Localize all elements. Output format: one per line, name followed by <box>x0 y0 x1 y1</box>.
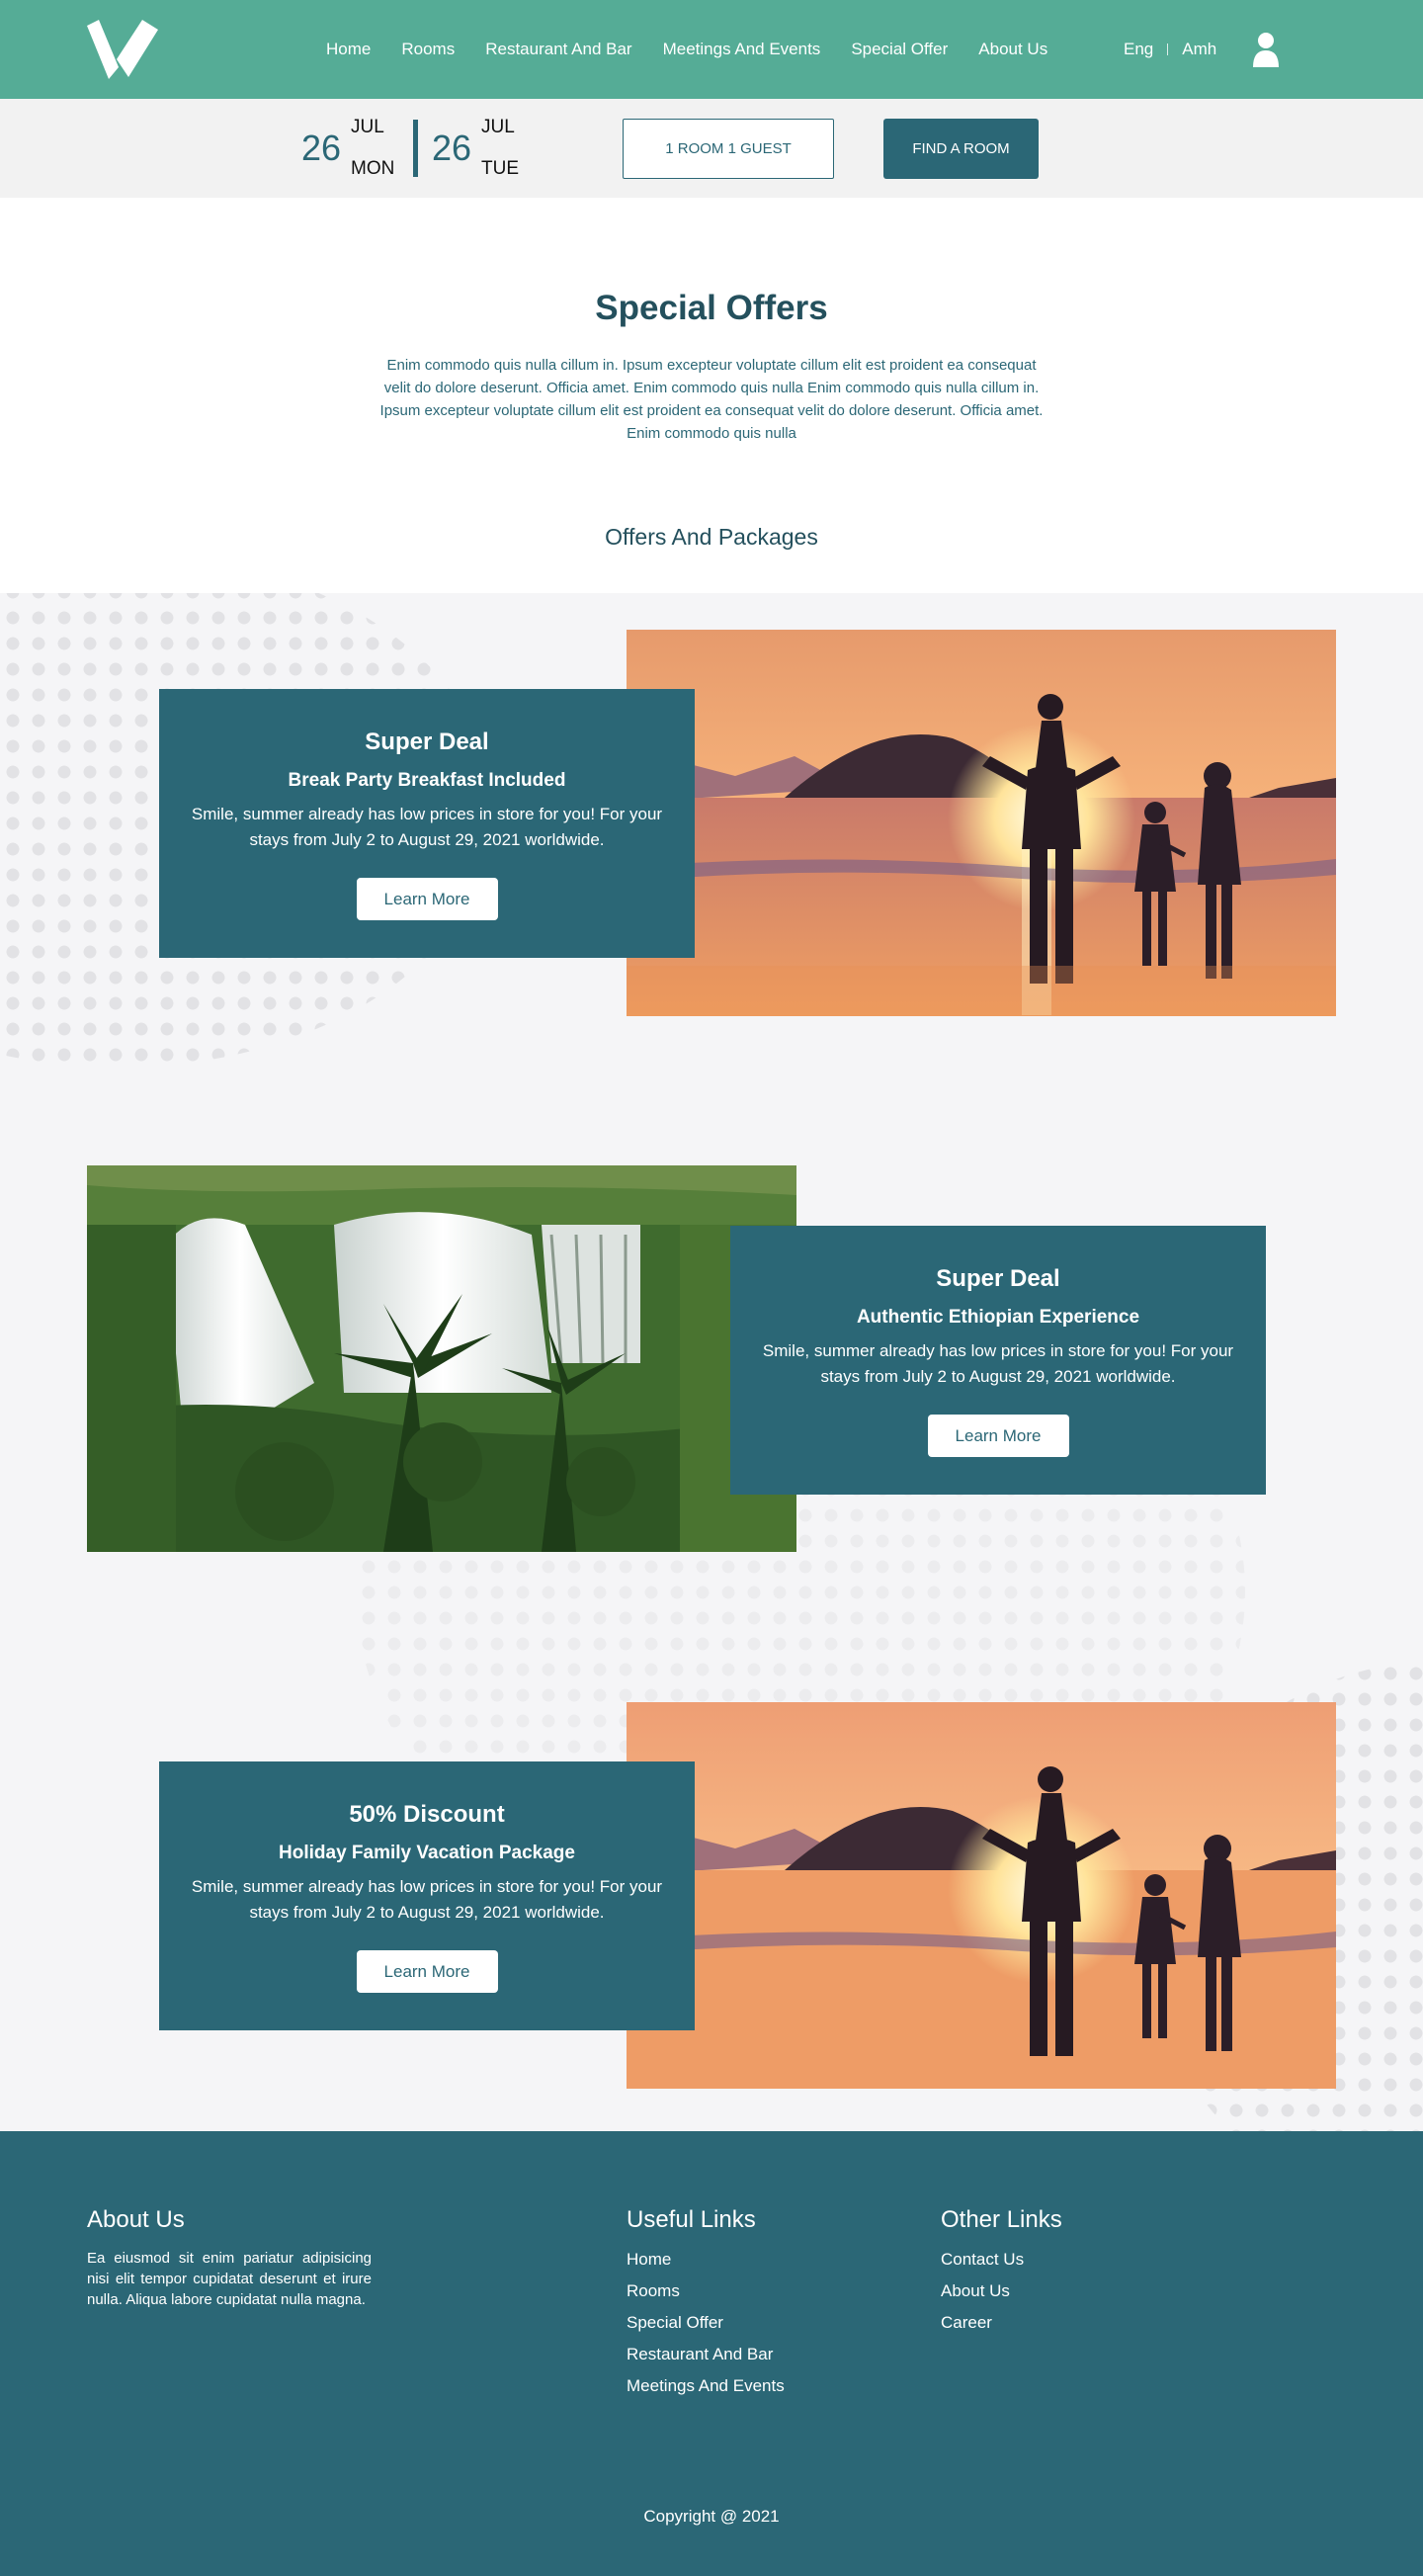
learn-more-button[interactable]: Learn More <box>927 1415 1069 1457</box>
offer-subtitle: Authentic Ethiopian Experience <box>856 1307 1140 1328</box>
footer-link-restaurant-and-bar[interactable]: Restaurant And Bar <box>627 2339 785 2370</box>
footer-link-rooms[interactable]: Rooms <box>627 2275 785 2307</box>
offer-title: Super Deal <box>365 729 489 755</box>
site-header: Home Rooms Restaurant And Bar Meetings A… <box>0 0 1423 99</box>
checkin-date[interactable]: 26 JUL MON <box>301 114 394 183</box>
footer-useful-title: Useful Links <box>627 2206 756 2233</box>
nav-home[interactable]: Home <box>326 40 371 59</box>
footer-link-meetings-and-events[interactable]: Meetings And Events <box>627 2370 785 2402</box>
copyright-text: Copyright @ 2021 <box>643 2507 780 2526</box>
page-title: Special Offers <box>595 289 828 327</box>
footer-about-title: About Us <box>87 2206 185 2233</box>
footer-about-text: Ea eiusmod sit enim pariatur adipisicing… <box>87 2250 372 2308</box>
footer-link-home[interactable]: Home <box>627 2244 785 2275</box>
room-guest-selector[interactable]: 1 ROOM 1 GUEST <box>623 119 834 179</box>
offer-description: Smile, summer already has low prices in … <box>191 805 663 849</box>
nav-restaurant-and-bar[interactable]: Restaurant And Bar <box>485 40 631 59</box>
section-subtitle: Offers And Packages <box>605 524 818 550</box>
offers-section: Super Deal Break Party Breakfast Include… <box>0 593 1423 2131</box>
intro-text: Enim commodo quis nulla cillum in. Ipsum… <box>379 357 1044 442</box>
lang-amharic[interactable]: Amh <box>1182 40 1216 59</box>
offer-title: 50% Discount <box>349 1801 505 1828</box>
footer-other-title: Other Links <box>941 2206 1062 2233</box>
footer-other-links: Other Links Contact Us About Us Career <box>941 2206 1062 2339</box>
checkin-weekday: MON <box>351 158 395 179</box>
footer-link-about-us[interactable]: About Us <box>941 2275 1062 2307</box>
footer-useful-links: Useful Links Home Rooms Special Offer Re… <box>627 2206 785 2402</box>
offer-title: Super Deal <box>936 1265 1060 1292</box>
footer-link-special-offer[interactable]: Special Offer <box>627 2307 785 2339</box>
offer-description: Smile, summer already has low prices in … <box>191 1877 663 1922</box>
user-icon[interactable] <box>1251 32 1281 67</box>
offer-subtitle: Break Party Breakfast Included <box>288 770 566 791</box>
offer-image-family-beach <box>627 1702 1336 2089</box>
nav-about-us[interactable]: About Us <box>978 40 1047 59</box>
language-switcher: Eng Amh <box>1124 0 1216 99</box>
nav-rooms[interactable]: Rooms <box>401 40 455 59</box>
offer-card: Super Deal Authentic Ethiopian Experienc… <box>730 1226 1266 1495</box>
logo-icon[interactable] <box>87 20 160 79</box>
lang-english[interactable]: Eng <box>1124 40 1153 59</box>
booking-bar: 26 JUL MON 26 JUL TUE 1 ROOM 1 GUEST FIN… <box>0 99 1423 198</box>
offer-subtitle: Holiday Family Vacation Package <box>279 1843 575 1863</box>
intro-section: Special Offers Enim commodo quis nulla c… <box>0 198 1423 593</box>
footer-link-contact-us[interactable]: Contact Us <box>941 2244 1062 2275</box>
offer-card: Super Deal Break Party Breakfast Include… <box>159 689 695 958</box>
learn-more-button[interactable]: Learn More <box>356 1950 498 1993</box>
checkout-weekday: TUE <box>481 158 519 179</box>
find-room-button[interactable]: FIND A ROOM <box>883 119 1039 179</box>
footer-about: About Us Ea eiusmod sit enim pariatur ad… <box>87 2206 372 2310</box>
nav-meetings-and-events[interactable]: Meetings And Events <box>663 40 821 59</box>
nav-special-offer[interactable]: Special Offer <box>851 40 948 59</box>
checkin-day: 26 <box>301 128 342 168</box>
learn-more-button[interactable]: Learn More <box>356 878 498 920</box>
lang-divider <box>1167 43 1169 55</box>
footer-link-career[interactable]: Career <box>941 2307 1062 2339</box>
offer-image-waterfall <box>87 1165 796 1552</box>
offer-card: 50% Discount Holiday Family Vacation Pac… <box>159 1761 695 2030</box>
checkout-date[interactable]: 26 JUL TUE <box>432 114 519 183</box>
date-divider <box>413 120 418 177</box>
site-footer: About Us Ea eiusmod sit enim pariatur ad… <box>0 2131 1423 2576</box>
checkout-month: JUL <box>481 117 515 137</box>
checkin-month: JUL <box>351 117 384 137</box>
checkout-day: 26 <box>432 128 472 168</box>
main-nav: Home Rooms Restaurant And Bar Meetings A… <box>326 0 1078 99</box>
offer-description: Smile, summer already has low prices in … <box>762 1341 1234 1386</box>
offer-image-family-beach <box>627 630 1336 1016</box>
